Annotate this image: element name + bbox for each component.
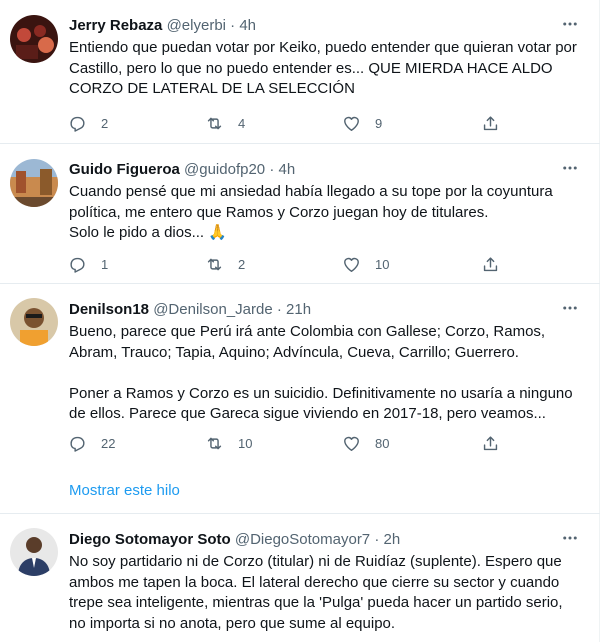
tweet-header: Denilson18 @Denilson_Jarde · 21h — [69, 300, 311, 320]
share-button[interactable] — [481, 252, 500, 276]
heart-icon — [344, 116, 359, 131]
retweet-count: 10 — [238, 435, 253, 451]
like-button[interactable]: 10 — [342, 252, 389, 276]
like-button[interactable]: 9 — [342, 111, 382, 135]
avatar[interactable] — [10, 159, 58, 207]
tweet-actions: 1 2 10 — [60, 252, 520, 276]
tweet-header: Jerry Rebaza @elyerbi · 4h — [69, 16, 256, 36]
timestamp[interactable]: 21h — [286, 301, 311, 318]
retweet-count: 4 — [238, 115, 246, 131]
avatar-image — [10, 298, 58, 346]
tweet-feed: Jerry Rebaza @elyerbi · 4h Entiendo que … — [0, 0, 600, 642]
avatar-image — [10, 15, 58, 63]
retweet-button[interactable]: 4 — [205, 111, 245, 135]
more-icon[interactable] — [558, 12, 582, 36]
retweet-icon — [207, 117, 222, 129]
timestamp[interactable]: 4h — [239, 17, 256, 34]
reply-button[interactable]: 2 — [68, 111, 108, 135]
tweet-text: Bueno, parece que Perú irá ante Colombia… — [69, 323, 573, 422]
tweet[interactable]: Diego Sotomayor Soto @DiegoSotomayor7 · … — [0, 514, 600, 642]
tweet-text: Entiendo que puedan votar por Keiko, pue… — [69, 39, 577, 97]
reply-button[interactable]: 22 — [68, 431, 115, 455]
tweet-text-body: Cuando pensé que mi ansiedad había llega… — [69, 183, 553, 241]
share-button[interactable] — [481, 111, 500, 135]
retweet-count: 2 — [238, 256, 246, 272]
tweet[interactable]: Denilson18 @Denilson_Jarde · 21h Bueno, … — [0, 284, 600, 514]
heart-icon — [344, 257, 359, 272]
tweet-header: Diego Sotomayor Soto @DiegoSotomayor7 · … — [69, 530, 400, 550]
separator-dot: · — [230, 17, 236, 34]
share-icon — [483, 115, 498, 130]
retweet-button[interactable]: 10 — [205, 431, 252, 455]
avatar-image — [10, 159, 58, 207]
user-handle[interactable]: @elyerbi — [167, 17, 226, 34]
reply-icon — [70, 257, 85, 273]
user-handle[interactable]: @Denilson_Jarde — [153, 301, 272, 318]
timestamp[interactable]: 2h — [384, 531, 401, 548]
separator-dot: · — [269, 161, 275, 178]
avatar[interactable] — [10, 298, 58, 346]
retweet-button[interactable]: 2 — [205, 252, 245, 276]
avatar[interactable] — [10, 528, 58, 576]
tweet-header: Guido Figueroa @guidofp20 · 4h — [69, 160, 295, 180]
timestamp[interactable]: 4h — [278, 161, 295, 178]
share-icon — [483, 256, 498, 271]
avatar[interactable] — [10, 15, 58, 63]
display-name[interactable]: Diego Sotomayor Soto — [69, 531, 231, 548]
display-name[interactable]: Jerry Rebaza — [69, 17, 162, 34]
like-count: 10 — [375, 256, 390, 272]
separator-dot: · — [374, 531, 380, 548]
more-icon[interactable] — [558, 296, 582, 320]
tweet-text: No soy partidario ni de Corzo (titular) … — [69, 553, 563, 632]
like-count: 9 — [375, 115, 383, 131]
reply-count: 1 — [101, 256, 109, 272]
retweet-icon — [207, 437, 222, 449]
user-handle[interactable]: @guidofp20 — [184, 161, 265, 178]
share-icon — [483, 435, 498, 450]
heart-icon — [344, 436, 359, 451]
tweet-actions: 2 4 9 — [60, 111, 520, 135]
reply-icon — [70, 116, 85, 132]
reply-icon — [70, 436, 85, 452]
like-count: 80 — [375, 435, 390, 451]
praying-hands-emoji: 🙏 — [208, 224, 227, 241]
tweet[interactable]: Guido Figueroa @guidofp20 · 4h Cuando pe… — [0, 144, 600, 284]
user-handle[interactable]: @DiegoSotomayor7 — [235, 531, 370, 548]
tweet[interactable]: Jerry Rebaza @elyerbi · 4h Entiendo que … — [0, 0, 600, 144]
display-name[interactable]: Guido Figueroa — [69, 161, 180, 178]
share-button[interactable] — [481, 431, 500, 455]
tweet-text: Cuando pensé que mi ansiedad había llega… — [69, 182, 579, 244]
display-name[interactable]: Denilson18 — [69, 301, 149, 318]
reply-count: 2 — [101, 115, 109, 131]
like-button[interactable]: 80 — [342, 431, 389, 455]
avatar-image — [10, 528, 58, 576]
reply-button[interactable]: 1 — [68, 252, 108, 276]
more-icon[interactable] — [558, 526, 582, 550]
retweet-icon — [207, 258, 222, 270]
reply-count: 22 — [101, 435, 116, 451]
show-thread-link[interactable]: Mostrar este hilo — [69, 482, 180, 499]
tweet-actions: 22 10 80 — [60, 431, 520, 455]
more-icon[interactable] — [558, 156, 582, 180]
separator-dot: · — [276, 301, 282, 318]
